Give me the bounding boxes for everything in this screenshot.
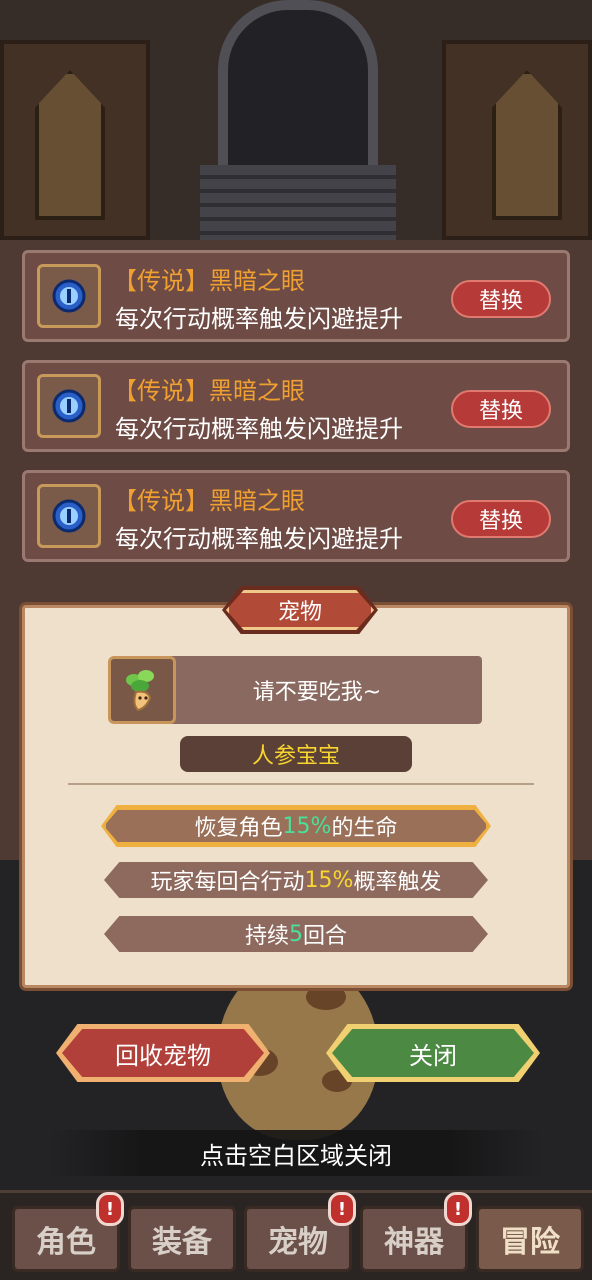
skill-title: 【传说】黑暗之眼 bbox=[113, 267, 305, 295]
tab-adventure[interactable]: 冒险 bbox=[476, 1206, 584, 1272]
pet-effect-row: 玩家每回合行动 15% 概率触发 bbox=[104, 862, 488, 898]
skill-description: 每次行动概率触发闪避提升 bbox=[115, 415, 403, 443]
divider bbox=[68, 783, 534, 785]
notification-badge: ! bbox=[328, 1192, 356, 1226]
replace-button[interactable]: 替换 bbox=[451, 280, 551, 318]
close-label: 关闭 bbox=[332, 1029, 534, 1077]
blue-eye-orb-icon bbox=[37, 374, 101, 438]
replace-button[interactable]: 替换 bbox=[451, 500, 551, 538]
blue-eye-orb-icon bbox=[37, 264, 101, 328]
recycle-pet-label: 回收宠物 bbox=[62, 1029, 264, 1077]
replace-button[interactable]: 替换 bbox=[451, 390, 551, 428]
skill-card: 【传说】黑暗之眼 每次行动概率触发闪避提升 替换 bbox=[22, 250, 570, 342]
skill-title: 【传说】黑暗之眼 bbox=[113, 377, 305, 405]
skill-card: 【传说】黑暗之眼 每次行动概率触发闪避提升 替换 bbox=[22, 470, 570, 562]
skill-card: 【传说】黑暗之眼 每次行动概率触发闪避提升 替换 bbox=[22, 360, 570, 452]
skill-description: 每次行动概率触发闪避提升 bbox=[115, 525, 403, 553]
tab-equipment[interactable]: 装备 bbox=[128, 1206, 236, 1272]
pet-effect-row: 持续 5 回合 bbox=[104, 916, 488, 952]
recycle-pet-button[interactable]: 回收宠物 bbox=[56, 1024, 270, 1082]
notification-badge: ! bbox=[96, 1192, 124, 1226]
pet-name-label: 人参宝宝 bbox=[180, 736, 412, 772]
skill-description: 每次行动概率触发闪避提升 bbox=[115, 305, 403, 333]
blue-eye-orb-icon bbox=[37, 484, 101, 548]
notification-badge: ! bbox=[444, 1192, 472, 1226]
tap-outside-hint[interactable]: 点击空白区域关闭 bbox=[50, 1130, 542, 1176]
pet-dialog-title: 宠物 bbox=[226, 590, 374, 630]
ginseng-sprout-icon bbox=[108, 656, 176, 724]
close-button[interactable]: 关闭 bbox=[326, 1024, 540, 1082]
pet-effect-row: 恢复角色 15% 的生命 bbox=[104, 808, 488, 844]
skill-title: 【传说】黑暗之眼 bbox=[113, 487, 305, 515]
